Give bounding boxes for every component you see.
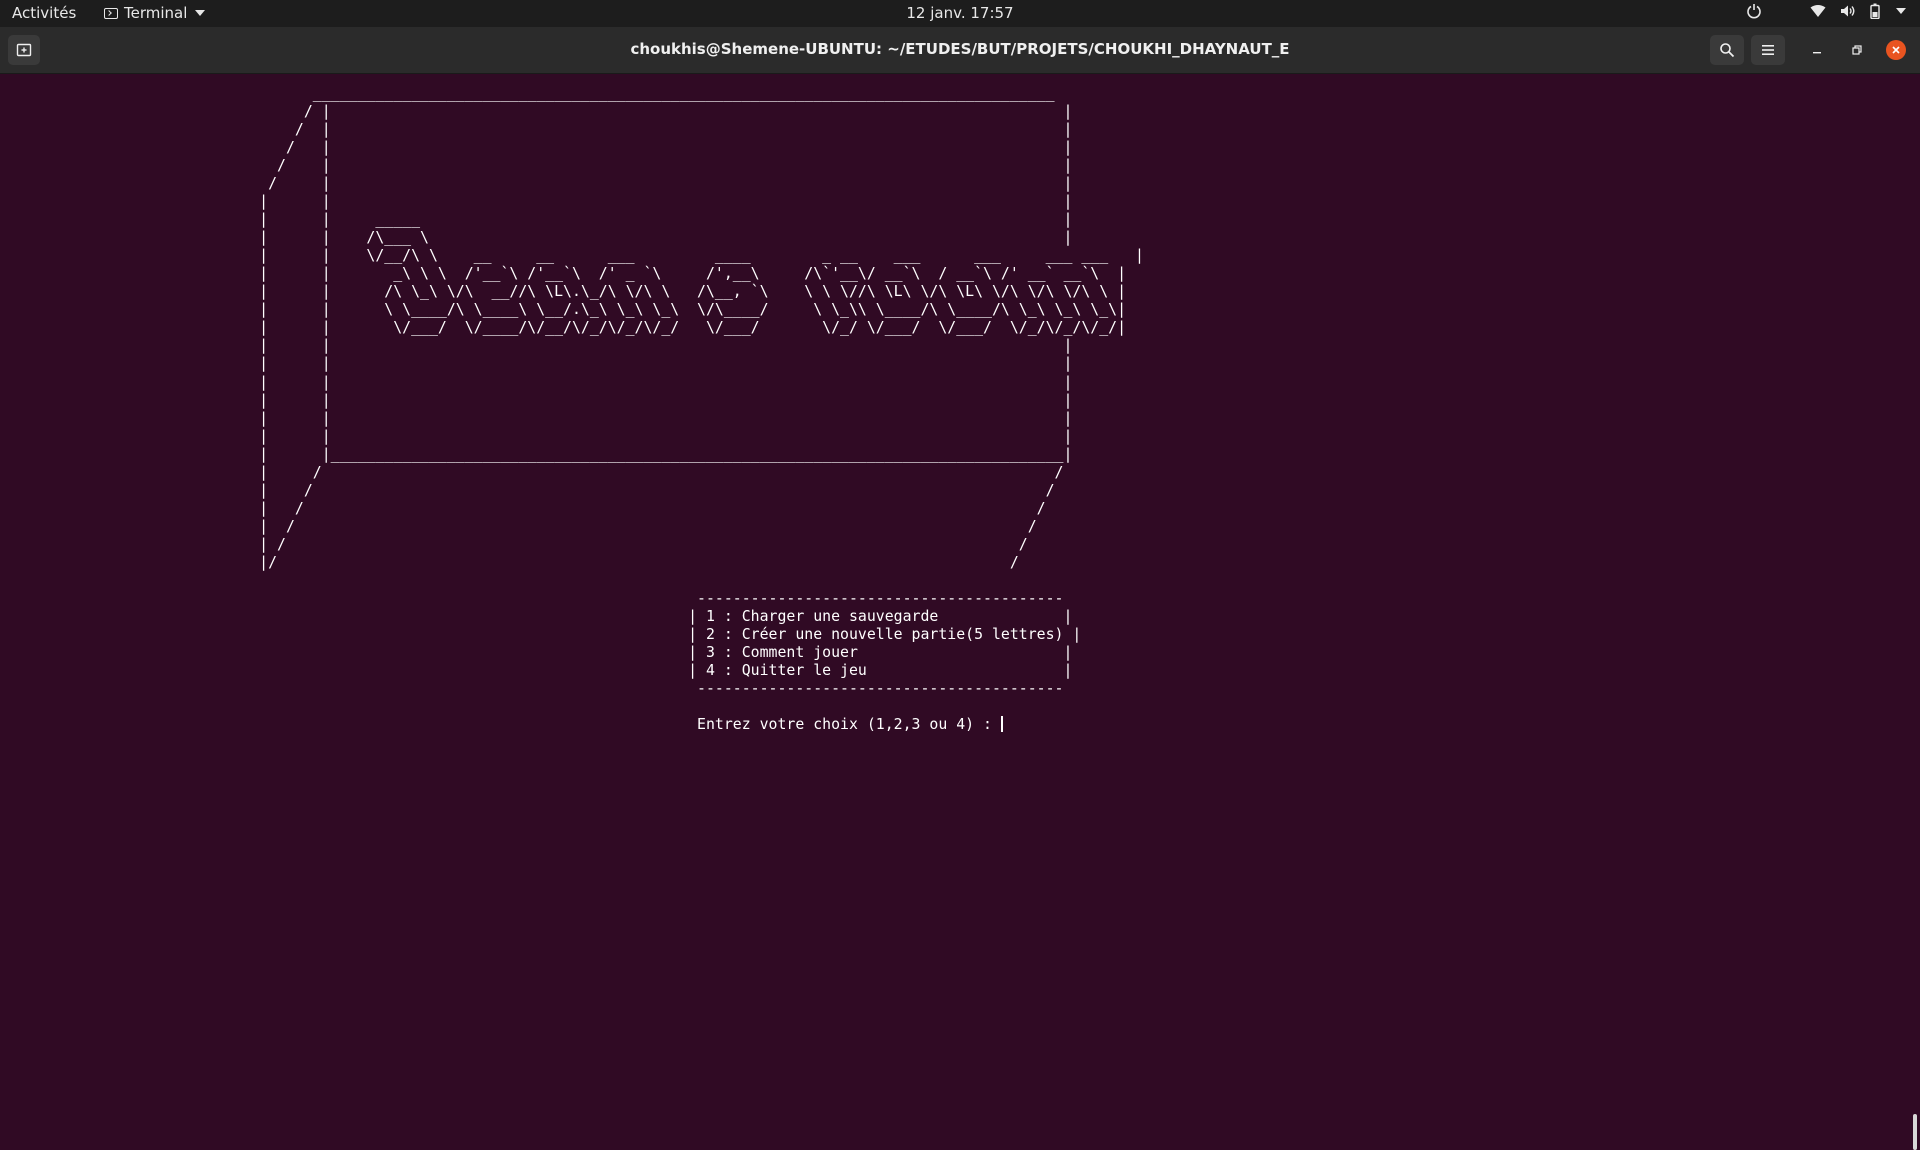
app-menu-label: Terminal [124, 4, 188, 22]
app-menu-chevron-icon [195, 10, 206, 16]
power-icon[interactable] [1746, 3, 1762, 19]
hamburger-menu-button[interactable] [1751, 35, 1785, 65]
hamburger-menu-icon [1762, 45, 1774, 55]
volume-icon[interactable] [1840, 4, 1856, 18]
main-menu-bottom-border: ----------------------------------------… [0, 679, 1064, 698]
search-icon [1720, 43, 1735, 58]
main-menu-top-border: ----------------------------------------… [0, 588, 1064, 607]
activities-button[interactable]: Activités [12, 4, 76, 22]
system-tray[interactable] [1746, 3, 1906, 19]
close-icon [1892, 46, 1900, 54]
wifi-icon[interactable] [1810, 4, 1826, 18]
ascii-art-banner: ________________________________________… [259, 84, 1144, 571]
menu-option-3: | 3 : Comment jouer | [0, 642, 1073, 661]
clock-button[interactable]: 12 janv. 17:57 [906, 4, 1013, 22]
menu-option-2: | 2 : Créer une nouvelle partie(5 lettre… [0, 624, 1082, 643]
terminal-viewport[interactable]: ________________________________________… [0, 74, 1920, 1150]
menu-option-4: | 4 : Quitter le jeu | [0, 661, 1073, 679]
window-title: choukhis@Shemene-UBUNTU: ~/ETUDES/BUT/PR… [630, 40, 1290, 58]
terminal-output: ________________________________________… [0, 84, 1144, 733]
system-menu-chevron-icon[interactable] [1896, 8, 1906, 14]
app-menu-button[interactable]: Terminal [104, 4, 206, 22]
terminal-scrollbar[interactable] [1913, 1114, 1917, 1150]
battery-icon[interactable] [1870, 3, 1880, 19]
text-cursor [1000, 716, 1003, 733]
gnome-top-bar: Activités Terminal 12 janv. 17:57 [0, 0, 1920, 27]
maximize-icon [1852, 45, 1862, 55]
choice-prompt[interactable]: Entrez votre choix (1,2,3 ou 4) : [0, 715, 1001, 733]
maximize-button[interactable] [1847, 40, 1867, 60]
menu-option-1: | 1 : Charger une sauvegarde | [0, 606, 1073, 625]
minimize-button[interactable] [1807, 40, 1827, 60]
terminal-header-bar[interactable]: choukhis@Shemene-UBUNTU: ~/ETUDES/BUT/PR… [0, 27, 1920, 74]
minimize-icon [1813, 52, 1821, 54]
close-button[interactable] [1886, 40, 1906, 60]
search-button[interactable] [1710, 35, 1744, 65]
terminal-app-icon [104, 7, 118, 19]
